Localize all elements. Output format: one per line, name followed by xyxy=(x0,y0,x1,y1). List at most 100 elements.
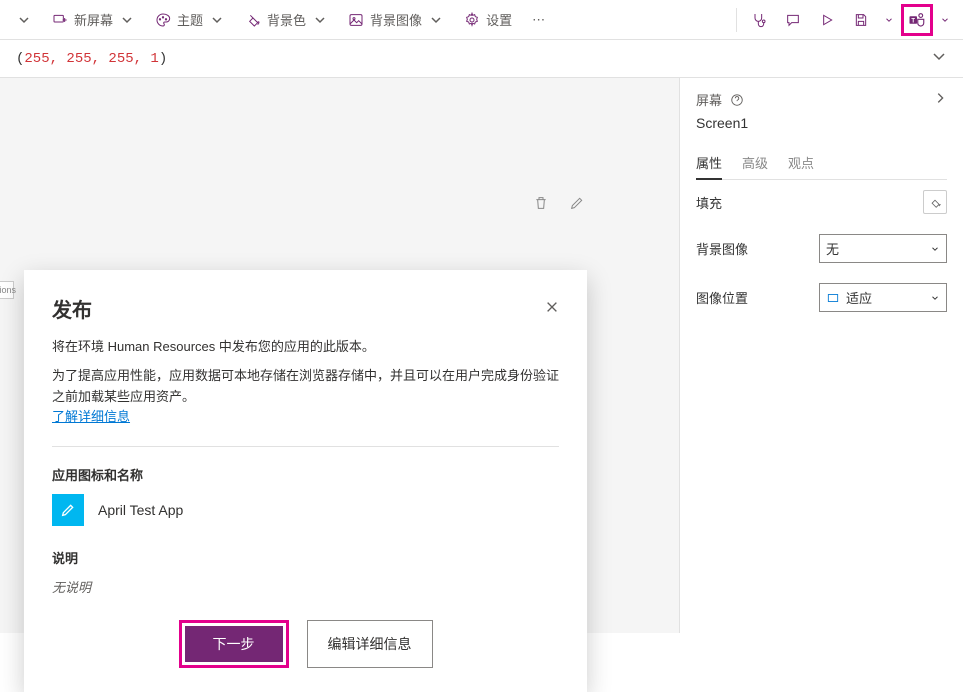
bg-image-select[interactable]: 无 xyxy=(819,234,947,263)
screen-icon xyxy=(52,12,68,28)
chevron-down-icon xyxy=(16,12,32,28)
dialog-line2: 为了提高应用性能，应用数据可本地存储在浏览器存储中，并且可以在用户完成身份验证之… xyxy=(52,368,559,404)
tab-view[interactable]: 观点 xyxy=(788,147,814,179)
formula-close-paren: ) xyxy=(159,51,167,67)
save-dropdown-button[interactable] xyxy=(879,4,899,36)
fill-label: 填充 xyxy=(696,193,722,212)
dialog-title: 发布 xyxy=(52,294,92,323)
panel-header: 屏幕 xyxy=(696,90,947,109)
image-icon xyxy=(348,12,364,28)
stethoscope-icon xyxy=(751,12,767,28)
panel-tabs: 属性 高级 观点 xyxy=(696,147,947,180)
teams-icon: T xyxy=(908,11,926,29)
dialog-divider xyxy=(52,446,559,447)
bucket-icon xyxy=(245,12,261,28)
play-icon xyxy=(819,12,835,28)
chevron-down-icon xyxy=(931,48,947,64)
desc-section-label: 说明 xyxy=(52,548,559,567)
left-panel-stub: tions xyxy=(0,281,14,299)
new-screen-label: 新屏幕 xyxy=(74,10,113,29)
toolbar-overflow[interactable]: ⋯ xyxy=(524,8,553,32)
preview-button[interactable] xyxy=(811,4,843,36)
toolbar-right-group: T xyxy=(732,4,955,36)
close-icon xyxy=(545,300,559,314)
bg-image-value: 无 xyxy=(826,239,924,258)
ellipsis-icon: ⋯ xyxy=(532,12,545,28)
new-screen-button[interactable]: 新屏幕 xyxy=(44,6,143,33)
formula-open-paren: ( xyxy=(16,51,24,67)
chevron-down-icon xyxy=(428,12,444,28)
prop-image-position: 图像位置 适应 xyxy=(696,273,947,322)
bg-color-button[interactable]: 背景色 xyxy=(237,6,336,33)
app-row: April Test App xyxy=(52,494,559,526)
learn-more-link[interactable]: 了解详细信息 xyxy=(52,409,130,424)
image-position-select[interactable]: 适应 xyxy=(819,283,947,312)
theme-label: 主题 xyxy=(177,10,203,29)
bg-image-label: 背景图像 xyxy=(370,10,422,29)
fit-icon xyxy=(826,291,840,305)
publish-dialog: 发布 将在环境 Human Resources 中发布您的应用的此版本。 为了提… xyxy=(24,270,587,692)
trash-icon xyxy=(533,195,549,211)
fill-color-button[interactable] xyxy=(923,190,947,214)
formula-bar[interactable]: ( 255, 255, 255, 1 ) xyxy=(0,40,963,78)
toolbar-unknown-left[interactable] xyxy=(8,8,40,32)
prop-fill: 填充 xyxy=(696,180,947,224)
gear-icon xyxy=(464,12,480,28)
help-icon[interactable] xyxy=(730,93,744,107)
divider xyxy=(736,8,737,32)
teams-button-highlight: T xyxy=(901,4,933,36)
bg-color-label: 背景色 xyxy=(267,10,306,29)
chevron-down-icon xyxy=(930,244,940,254)
panel-header-label: 屏幕 xyxy=(696,90,722,109)
teams-dropdown-button[interactable] xyxy=(935,4,955,36)
dialog-body: 将在环境 Human Resources 中发布您的应用的此版本。 为了提高应用… xyxy=(52,337,559,428)
top-toolbar: 新屏幕 主题 背景色 背景图像 设置 ⋯ xyxy=(0,0,963,40)
chevron-down-icon xyxy=(930,293,940,303)
chevron-down-icon xyxy=(209,12,225,28)
canvas-toolbar xyxy=(529,191,589,215)
bg-image-label: 背景图像 xyxy=(696,239,748,258)
formula-expand-button[interactable] xyxy=(931,48,947,69)
app-icon-section-label: 应用图标和名称 xyxy=(52,465,559,484)
dialog-close-button[interactable] xyxy=(545,298,559,319)
comment-icon xyxy=(785,12,801,28)
save-icon xyxy=(853,12,869,28)
bg-image-button[interactable]: 背景图像 xyxy=(340,6,452,33)
palette-icon xyxy=(155,12,171,28)
theme-button[interactable]: 主题 xyxy=(147,6,233,33)
comments-button[interactable] xyxy=(777,4,809,36)
dialog-actions: 下一步 编辑详细信息 xyxy=(52,620,559,668)
save-button[interactable] xyxy=(845,4,877,36)
chevron-down-icon xyxy=(119,12,135,28)
properties-panel: 屏幕 Screen1 属性 高级 观点 填充 背景图像 无 图像位置 xyxy=(679,78,963,633)
dialog-line1: 将在环境 Human Resources 中发布您的应用的此版本。 xyxy=(52,337,559,358)
desc-value: 无说明 xyxy=(52,577,559,596)
panel-title: Screen1 xyxy=(696,115,947,131)
app-name: April Test App xyxy=(98,502,183,518)
tab-properties[interactable]: 属性 xyxy=(696,147,722,180)
main-area: tions 发布 将在环境 Human Resources 中发布您的应用的此版… xyxy=(0,78,963,633)
chevron-down-icon xyxy=(312,12,328,28)
chevron-right-icon xyxy=(933,91,947,105)
canvas-area: tions 发布 将在环境 Human Resources 中发布您的应用的此版… xyxy=(0,78,679,633)
teams-button[interactable]: T xyxy=(906,9,928,31)
svg-text:T: T xyxy=(911,18,915,24)
delete-button[interactable] xyxy=(529,191,553,215)
image-position-label: 图像位置 xyxy=(696,288,748,307)
chevron-down-icon xyxy=(884,15,894,25)
formula-value: 255, 255, 255, 1 xyxy=(24,51,158,67)
pencil-icon xyxy=(60,502,76,518)
tab-advanced[interactable]: 高级 xyxy=(742,147,768,179)
edit-details-button[interactable]: 编辑详细信息 xyxy=(307,620,433,668)
prop-bg-image: 背景图像 无 xyxy=(696,224,947,273)
next-button-highlight: 下一步 xyxy=(179,620,289,668)
settings-label: 设置 xyxy=(486,10,512,29)
next-button[interactable]: 下一步 xyxy=(185,626,283,662)
app-checker-button[interactable] xyxy=(743,4,775,36)
bucket-icon xyxy=(928,195,942,209)
image-position-value: 适应 xyxy=(846,288,924,307)
panel-expand-button[interactable] xyxy=(933,91,947,108)
settings-button[interactable]: 设置 xyxy=(456,6,520,33)
dialog-header: 发布 xyxy=(52,294,559,323)
edit-button[interactable] xyxy=(565,191,589,215)
